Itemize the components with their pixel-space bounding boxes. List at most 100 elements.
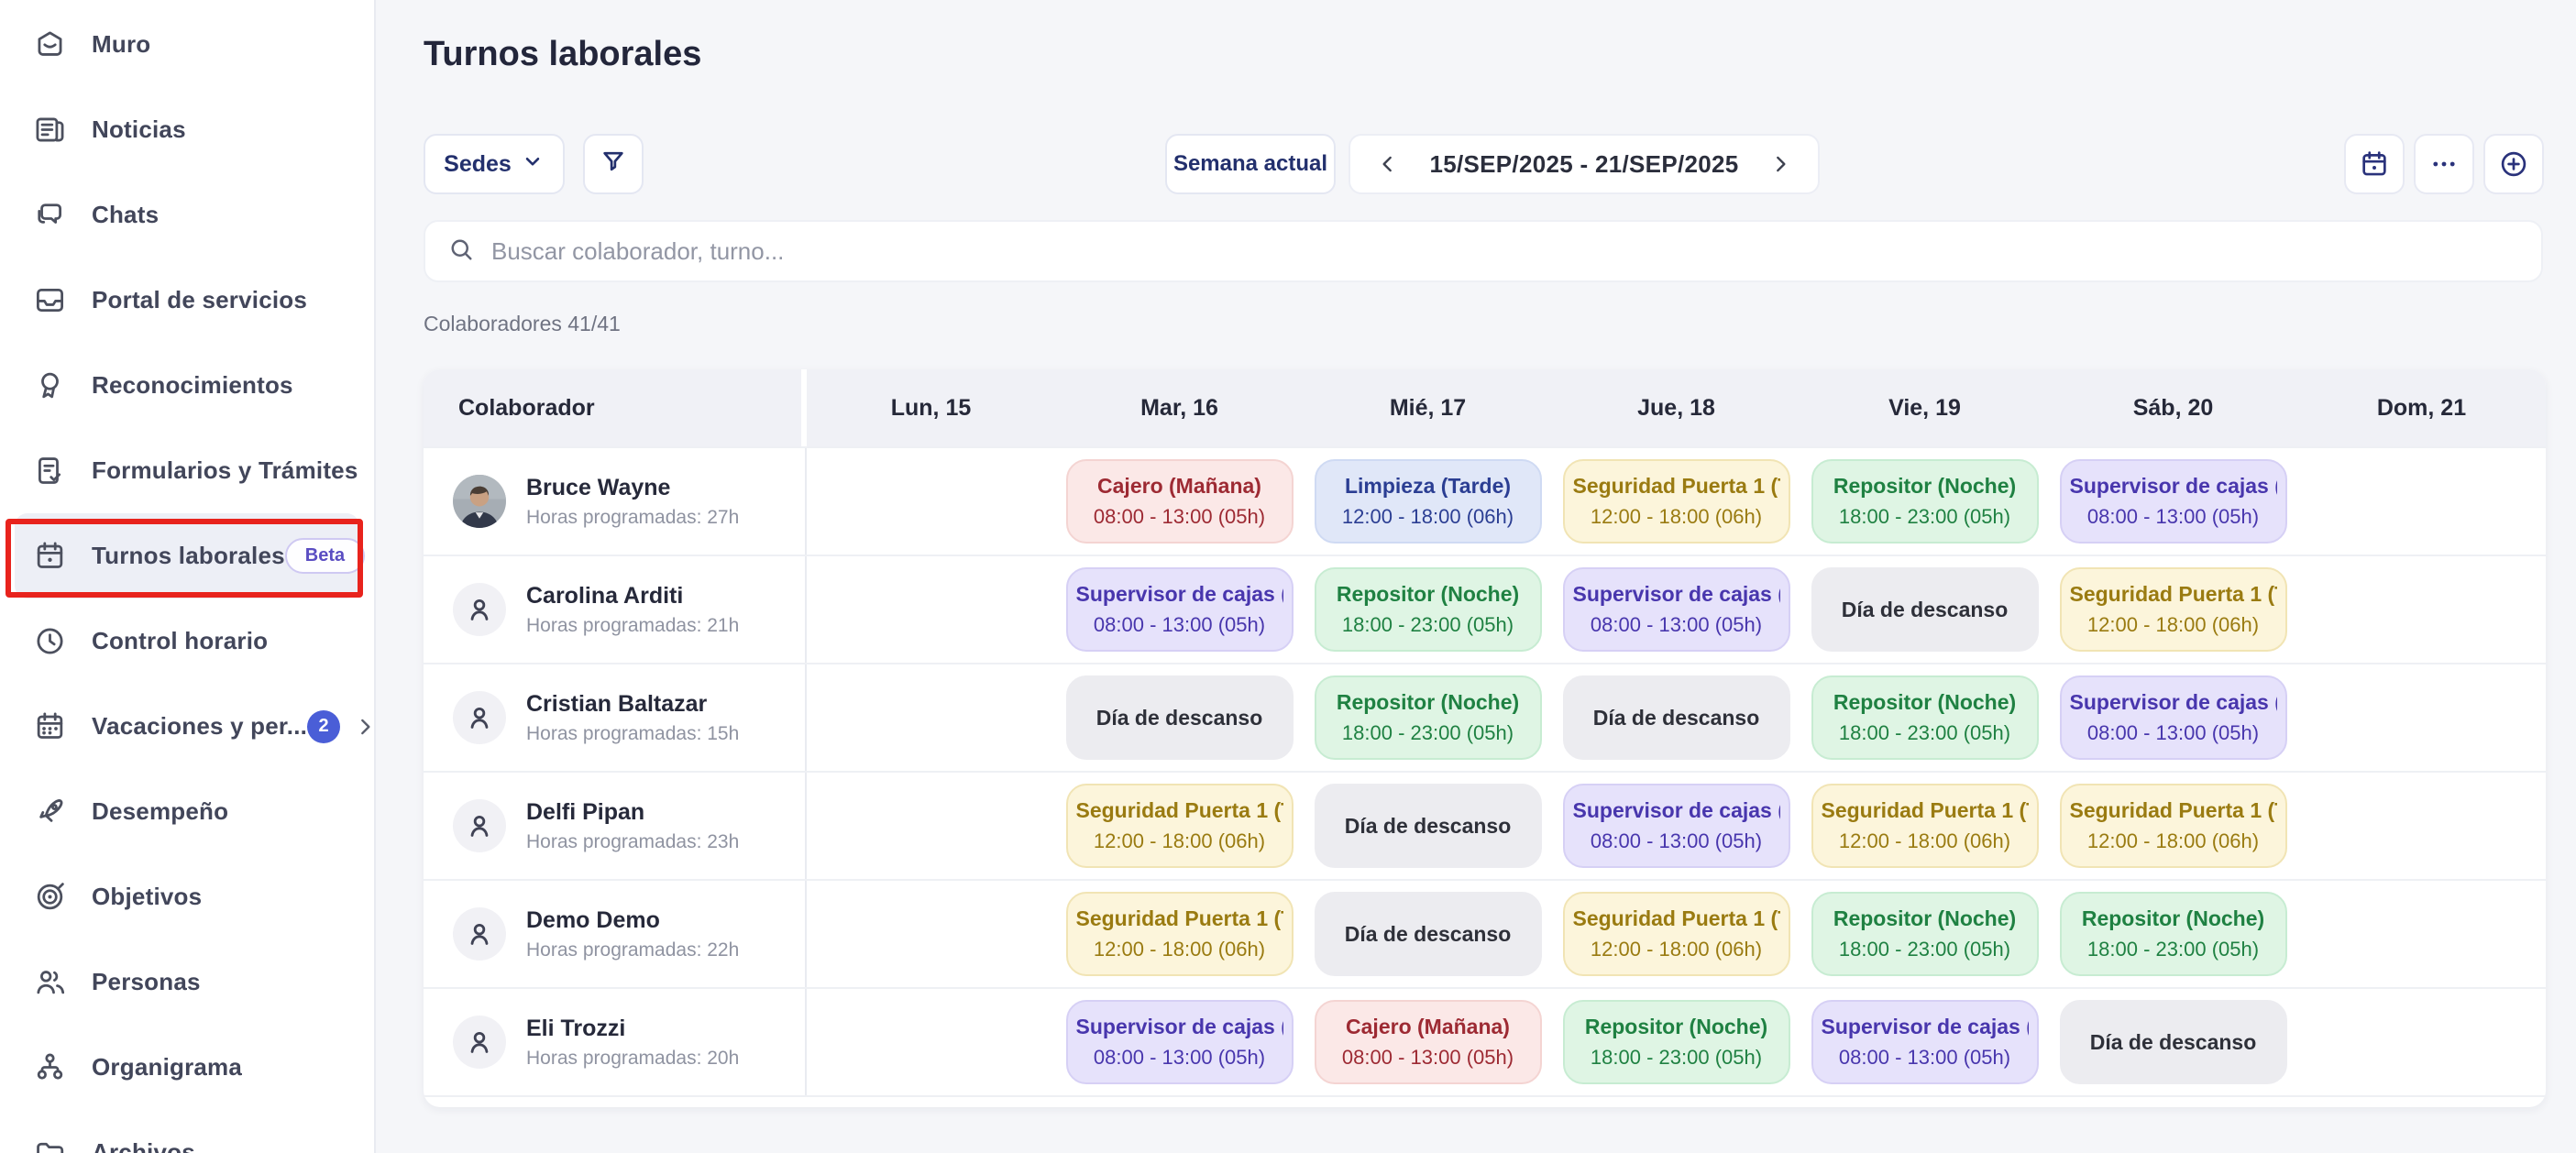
day-cell[interactable] <box>807 881 1055 987</box>
shift-chip[interactable]: Seguridad Puerta 1 (T...12:00 - 18:00 (0… <box>1563 459 1790 544</box>
day-cell[interactable]: Supervisor de cajas (...08:00 - 13:00 (0… <box>1552 773 1800 879</box>
day-cell[interactable]: Repositor (Noche)18:00 - 23:00 (05h) <box>1800 448 2049 555</box>
shift-chip[interactable]: Seguridad Puerta 1 (T...12:00 - 18:00 (0… <box>2060 567 2287 652</box>
day-cell[interactable] <box>2297 773 2546 879</box>
sidebar-item-chats[interactable]: Chats <box>15 172 359 258</box>
shift-chip[interactable]: Seguridad Puerta 1 (T...12:00 - 18:00 (0… <box>1066 784 1294 868</box>
day-cell[interactable]: Limpieza (Tarde)12:00 - 18:00 (06h) <box>1304 448 1552 555</box>
shift-chip[interactable]: Repositor (Noche)18:00 - 23:00 (05h) <box>1315 567 1542 652</box>
day-cell[interactable]: Supervisor de cajas (...08:00 - 13:00 (0… <box>1055 989 1304 1095</box>
day-cell[interactable]: Supervisor de cajas (...08:00 - 13:00 (0… <box>1800 989 2049 1095</box>
shift-chip[interactable]: Repositor (Noche)18:00 - 23:00 (05h) <box>1811 459 2039 544</box>
calendar-view-button[interactable] <box>2344 134 2405 194</box>
shift-chip[interactable]: Supervisor de cajas (...08:00 - 13:00 (0… <box>1066 567 1294 652</box>
search-bar[interactable] <box>424 220 2543 282</box>
day-cell[interactable]: Supervisor de cajas (...08:00 - 13:00 (0… <box>2049 664 2297 771</box>
sidebar-item-reconocimientos[interactable]: Reconocimientos <box>15 343 359 428</box>
day-cell[interactable]: Día de descanso <box>1055 664 1304 771</box>
current-week-button[interactable]: Semana actual <box>1165 134 1336 194</box>
day-cell[interactable]: Cajero (Mañana)08:00 - 13:00 (05h) <box>1304 989 1552 1095</box>
shift-chip[interactable]: Supervisor de cajas (...08:00 - 13:00 (0… <box>2060 459 2287 544</box>
day-cell[interactable]: Día de descanso <box>1304 773 1552 879</box>
rest-day-chip[interactable]: Día de descanso <box>2060 1000 2287 1084</box>
shift-chip[interactable]: Cajero (Mañana)08:00 - 13:00 (05h) <box>1066 459 1294 544</box>
day-cell[interactable]: Seguridad Puerta 1 (T...12:00 - 18:00 (0… <box>2049 556 2297 663</box>
sidebar-item-muro[interactable]: Muro <box>15 2 359 87</box>
day-cell[interactable]: Seguridad Puerta 1 (T...12:00 - 18:00 (0… <box>1552 881 1800 987</box>
sidebar-item-control-horario[interactable]: Control horario <box>15 598 359 684</box>
sidebar-item-desempe-o[interactable]: Desempeño <box>15 769 359 854</box>
collaborator-cell[interactable]: Cristian BaltazarHoras programadas: 15h <box>424 664 807 771</box>
collaborator-cell[interactable]: Eli TrozziHoras programadas: 20h <box>424 989 807 1095</box>
sidebar-item-vacaciones-y-per[interactable]: Vacaciones y per...2 <box>15 684 359 769</box>
day-cell[interactable] <box>807 773 1055 879</box>
sidebar-item-noticias[interactable]: Noticias <box>15 87 359 172</box>
shift-chip[interactable]: Repositor (Noche)18:00 - 23:00 (05h) <box>1811 892 2039 976</box>
day-cell[interactable]: Repositor (Noche)18:00 - 23:00 (05h) <box>1552 989 1800 1095</box>
sidebar-item-formularios-y-tr-mites[interactable]: Formularios y Trámites <box>15 428 359 513</box>
sidebar-item-archivos[interactable]: Archivos <box>15 1110 359 1153</box>
collaborator-cell[interactable]: Carolina ArditiHoras programadas: 21h <box>424 556 807 663</box>
day-cell[interactable]: Seguridad Puerta 1 (T...12:00 - 18:00 (0… <box>1055 881 1304 987</box>
day-cell[interactable]: Día de descanso <box>1800 556 2049 663</box>
day-cell[interactable]: Supervisor de cajas (...08:00 - 13:00 (0… <box>2049 448 2297 555</box>
prev-week-button[interactable] <box>1372 148 1404 180</box>
shift-chip[interactable]: Repositor (Noche)18:00 - 23:00 (05h) <box>1563 1000 1790 1084</box>
rest-day-chip[interactable]: Día de descanso <box>1315 784 1542 868</box>
sidebar-item-objetivos[interactable]: Objetivos <box>15 854 359 939</box>
day-cell[interactable]: Seguridad Puerta 1 (T...12:00 - 18:00 (0… <box>1055 773 1304 879</box>
day-cell[interactable]: Repositor (Noche)18:00 - 23:00 (05h) <box>1800 664 2049 771</box>
sidebar-item-portal-de-servicios[interactable]: Portal de servicios <box>15 258 359 343</box>
shift-chip[interactable]: Supervisor de cajas (...08:00 - 13:00 (0… <box>1066 1000 1294 1084</box>
collaborator-cell[interactable]: Demo DemoHoras programadas: 22h <box>424 881 807 987</box>
sidebar-item-turnos-laborales[interactable]: Turnos laboralesBeta <box>15 513 359 598</box>
shift-chip[interactable]: Limpieza (Tarde)12:00 - 18:00 (06h) <box>1315 459 1542 544</box>
shift-chip[interactable]: Repositor (Noche)18:00 - 23:00 (05h) <box>2060 892 2287 976</box>
collaborator-cell[interactable]: Bruce WayneHoras programadas: 27h <box>424 448 807 555</box>
day-cell[interactable] <box>807 556 1055 663</box>
rest-day-chip[interactable]: Día de descanso <box>1066 675 1294 760</box>
day-cell[interactable]: Supervisor de cajas (...08:00 - 13:00 (0… <box>1055 556 1304 663</box>
shift-chip[interactable]: Seguridad Puerta 1 (T...12:00 - 18:00 (0… <box>2060 784 2287 868</box>
shift-chip[interactable]: Supervisor de cajas (...08:00 - 13:00 (0… <box>1563 567 1790 652</box>
day-cell[interactable]: Repositor (Noche)18:00 - 23:00 (05h) <box>2049 881 2297 987</box>
shift-chip[interactable]: Supervisor de cajas (...08:00 - 13:00 (0… <box>1811 1000 2039 1084</box>
day-cell[interactable]: Repositor (Noche)18:00 - 23:00 (05h) <box>1800 881 2049 987</box>
day-cell[interactable]: Día de descanso <box>1304 881 1552 987</box>
day-cell[interactable] <box>2297 448 2546 555</box>
search-input[interactable] <box>491 237 2519 266</box>
shift-chip[interactable]: Repositor (Noche)18:00 - 23:00 (05h) <box>1315 675 1542 760</box>
filter-button[interactable] <box>583 134 644 194</box>
day-cell[interactable] <box>807 664 1055 771</box>
day-cell[interactable] <box>2297 989 2546 1095</box>
sidebar-item-personas[interactable]: Personas <box>15 939 359 1025</box>
sidebar-item-organigrama[interactable]: Organigrama <box>15 1025 359 1110</box>
shift-chip[interactable]: Supervisor de cajas (...08:00 - 13:00 (0… <box>1563 784 1790 868</box>
rest-day-chip[interactable]: Día de descanso <box>1811 567 2039 652</box>
rest-day-chip[interactable]: Día de descanso <box>1563 675 1790 760</box>
day-cell[interactable]: Repositor (Noche)18:00 - 23:00 (05h) <box>1304 664 1552 771</box>
day-cell[interactable]: Seguridad Puerta 1 (T...12:00 - 18:00 (0… <box>2049 773 2297 879</box>
day-cell[interactable] <box>807 989 1055 1095</box>
day-cell[interactable]: Seguridad Puerta 1 (T...12:00 - 18:00 (0… <box>1552 448 1800 555</box>
day-cell[interactable]: Repositor (Noche)18:00 - 23:00 (05h) <box>1304 556 1552 663</box>
collaborator-cell[interactable]: Delfi PipanHoras programadas: 23h <box>424 773 807 879</box>
add-shift-button[interactable] <box>2483 134 2544 194</box>
day-cell[interactable] <box>2297 556 2546 663</box>
day-cell[interactable] <box>807 448 1055 555</box>
shift-chip[interactable]: Supervisor de cajas (...08:00 - 13:00 (0… <box>2060 675 2287 760</box>
next-week-button[interactable] <box>1765 148 1796 180</box>
shift-chip[interactable]: Seguridad Puerta 1 (T...12:00 - 18:00 (0… <box>1811 784 2039 868</box>
day-cell[interactable]: Supervisor de cajas (...08:00 - 13:00 (0… <box>1552 556 1800 663</box>
shift-chip[interactable]: Seguridad Puerta 1 (T...12:00 - 18:00 (0… <box>1563 892 1790 976</box>
more-options-button[interactable] <box>2414 134 2474 194</box>
day-cell[interactable] <box>2297 881 2546 987</box>
day-cell[interactable]: Día de descanso <box>1552 664 1800 771</box>
shift-chip[interactable]: Cajero (Mañana)08:00 - 13:00 (05h) <box>1315 1000 1542 1084</box>
sedes-dropdown[interactable]: Sedes <box>424 134 565 194</box>
day-cell[interactable]: Seguridad Puerta 1 (T...12:00 - 18:00 (0… <box>1800 773 2049 879</box>
day-cell[interactable] <box>2297 664 2546 771</box>
shift-chip[interactable]: Repositor (Noche)18:00 - 23:00 (05h) <box>1811 675 2039 760</box>
rest-day-chip[interactable]: Día de descanso <box>1315 892 1542 976</box>
day-cell[interactable]: Cajero (Mañana)08:00 - 13:00 (05h) <box>1055 448 1304 555</box>
